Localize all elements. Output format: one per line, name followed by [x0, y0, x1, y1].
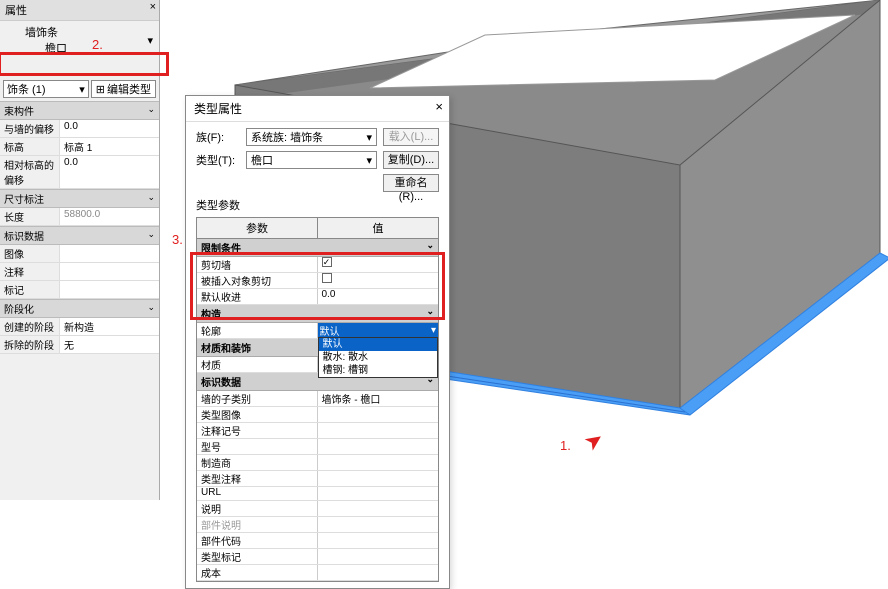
chevron-icon: ⌄	[147, 302, 155, 313]
chevron-down-icon: ▾	[147, 34, 153, 47]
family-row: 族(F): 系统族: 墙饰条▾ 载入(L)...	[196, 128, 439, 146]
table-row: 部件说明	[197, 517, 438, 533]
section-dimensions[interactable]: 尺寸标注⌄	[0, 189, 159, 208]
prop-row: 标高标高 1	[0, 138, 159, 156]
profile-cell[interactable]: 默认▾ 默认 散水: 散水 槽钢: 槽钢	[318, 323, 439, 338]
prop-row: 与墙的偏移0.0	[0, 120, 159, 138]
category-constraints[interactable]: 限制条件⌄	[197, 239, 438, 257]
dropdown-option[interactable]: 散水: 散水	[319, 351, 438, 364]
table-row: URL	[197, 487, 438, 501]
prop-row: 标记	[0, 281, 159, 299]
table-row: 型号	[197, 439, 438, 455]
family-name: 墙饰条	[25, 24, 67, 40]
category-construction[interactable]: 构造⌄	[197, 305, 438, 323]
prop-row: 图像	[0, 245, 159, 263]
profile-dropdown-list: 默认 散水: 散水 槽钢: 槽钢	[318, 337, 439, 378]
edit-type-icon: ⊞	[96, 83, 105, 96]
table-row: 注释记号	[197, 423, 438, 439]
type-edit-row: 饰条 (1) ▾ ⊞ 编辑类型	[0, 77, 159, 101]
prop-row: 创建的阶段新构造	[0, 318, 159, 336]
checkbox-unchecked[interactable]	[322, 273, 332, 283]
section-phasing[interactable]: 阶段化⌄	[0, 299, 159, 318]
dropdown-option[interactable]: 槽钢: 槽钢	[319, 364, 438, 377]
panel-title-bar: 属性 ×	[0, 0, 159, 21]
dialog-body: 族(F): 系统族: 墙饰条▾ 载入(L)... 类型(T): 檐口▾ 复制(D…	[186, 122, 449, 588]
table-row: 墙的子类别墙饰条 - 檐口	[197, 391, 438, 407]
rename-button[interactable]: 重命名(R)...	[383, 174, 439, 192]
rename-row: 重命名(R)...	[196, 174, 439, 192]
panel-title: 属性	[5, 5, 27, 17]
prop-row: 相对标高的偏移0.0	[0, 156, 159, 189]
family-dropdown[interactable]: 系统族: 墙饰条▾	[246, 128, 377, 146]
chevron-down-icon: ▾	[366, 131, 372, 144]
type-row: 类型(T): 檐口▾ 复制(D)...	[196, 151, 439, 169]
type-name: 檐口	[25, 40, 67, 56]
chevron-icon: ⌄	[147, 229, 155, 240]
prop-row: 拆除的阶段无	[0, 336, 159, 354]
edit-type-button[interactable]: ⊞ 编辑类型	[91, 80, 156, 98]
table-row: 类型标记	[197, 549, 438, 565]
chevron-icon: ⌄	[147, 192, 155, 203]
duplicate-button[interactable]: 复制(D)...	[383, 151, 439, 169]
annotation-3: 3.	[172, 232, 183, 247]
type-dropdown[interactable]: 檐口▾	[246, 151, 377, 169]
panel-close-icon[interactable]: ×	[150, 1, 156, 13]
type-selector[interactable]: 墙饰条 檐口 ▾	[0, 21, 159, 59]
table-row: 剪切墙✓	[197, 257, 438, 273]
chevron-down-icon: ▾	[79, 83, 85, 96]
load-button: 载入(L)...	[383, 128, 439, 146]
prop-row: 长度58800.0	[0, 208, 159, 226]
properties-panel: 属性 × 墙饰条 檐口 ▾ 饰条 (1) ▾ ⊞ 编辑类型 束构件⌄ 与墙的偏移…	[0, 0, 160, 500]
table-row: 被插入对象剪切	[197, 273, 438, 289]
table-row: 说明	[197, 501, 438, 517]
annotation-1: 1.	[560, 438, 571, 453]
type-properties-dialog: 类型属性 × 族(F): 系统族: 墙饰条▾ 载入(L)... 类型(T): 檐…	[185, 95, 450, 589]
dialog-title-bar[interactable]: 类型属性 ×	[186, 96, 449, 122]
dropdown-option[interactable]: 默认	[319, 338, 438, 351]
table-row: 默认收进0.0	[197, 289, 438, 305]
table-row: 制造商	[197, 455, 438, 471]
close-icon[interactable]: ×	[435, 99, 443, 114]
chevron-down-icon: ▾	[431, 325, 436, 336]
section-identity[interactable]: 标识数据⌄	[0, 226, 159, 245]
table-header: 参数 值	[197, 218, 438, 239]
table-row: 类型注释	[197, 471, 438, 487]
prop-row: 注释	[0, 263, 159, 281]
table-row-profile: 轮廓 默认▾ 默认 散水: 散水 槽钢: 槽钢	[197, 323, 438, 339]
table-row: 部件代码	[197, 533, 438, 549]
chevron-down-icon: ▾	[366, 154, 372, 167]
annotation-2: 2.	[92, 37, 103, 52]
table-row: 成本	[197, 565, 438, 581]
section-constraints[interactable]: 束构件⌄	[0, 101, 159, 120]
instance-filter-dropdown[interactable]: 饰条 (1) ▾	[3, 80, 89, 98]
table-row: 类型图像	[197, 407, 438, 423]
checkbox-checked[interactable]: ✓	[322, 257, 332, 267]
type-params-table: 参数 值 限制条件⌄ 剪切墙✓ 被插入对象剪切 默认收进0.0 构造⌄ 轮廓 默…	[196, 217, 439, 582]
chevron-icon: ⌄	[147, 104, 155, 115]
